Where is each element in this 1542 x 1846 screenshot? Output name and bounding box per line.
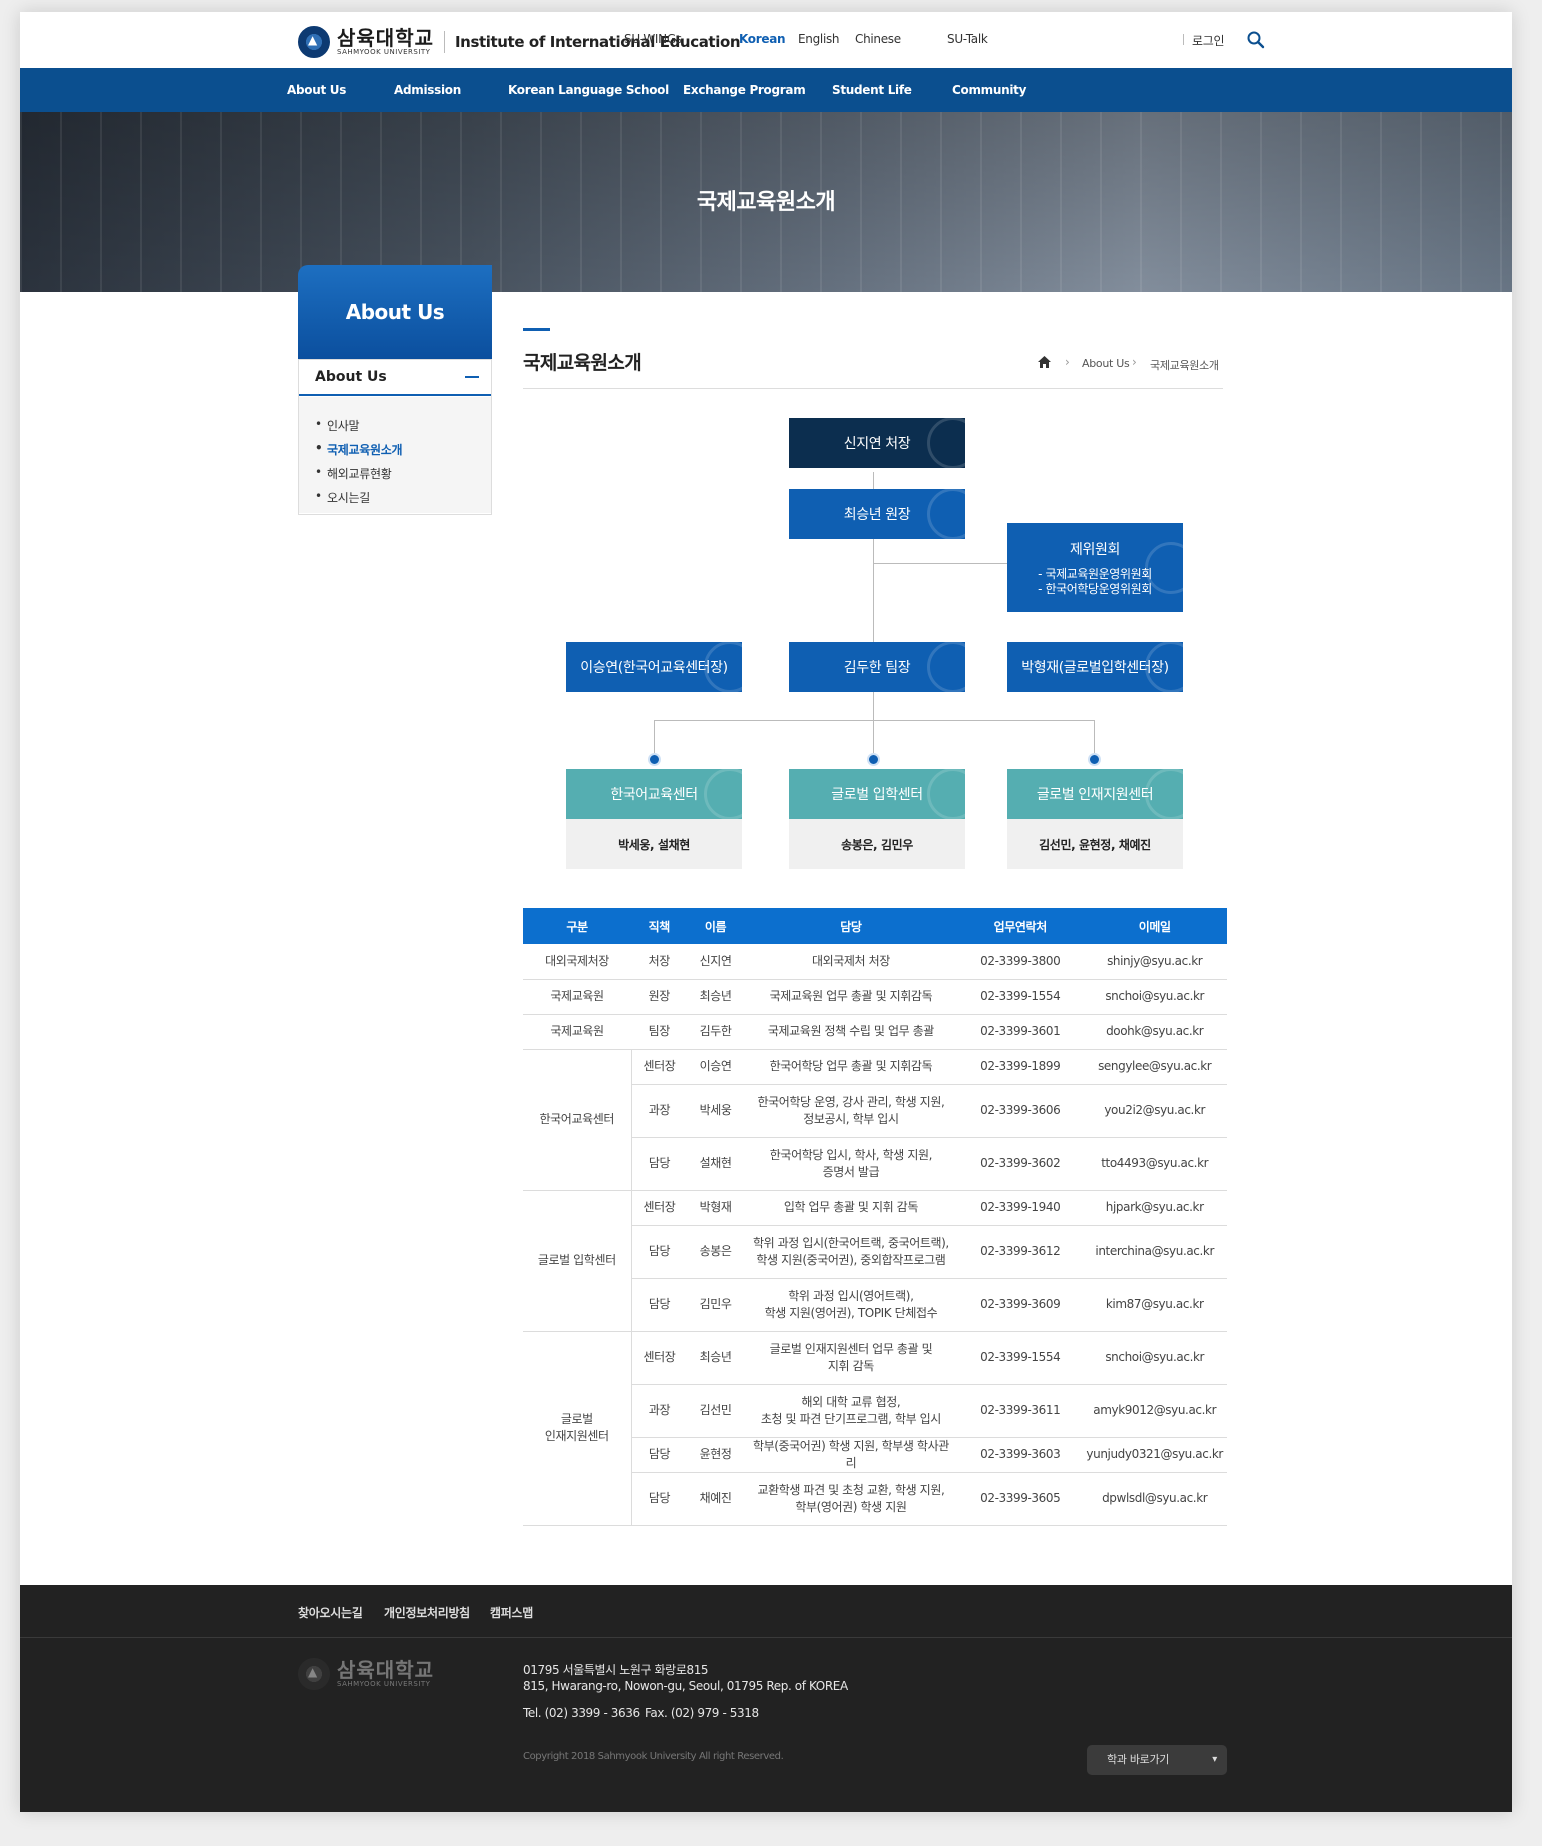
seal-watermark-icon: [704, 642, 742, 692]
org-box-team-lead: 김두한 팀장: [789, 642, 965, 692]
seal-watermark-icon: [704, 769, 742, 819]
column-header: 담당: [743, 908, 959, 944]
seal-watermark-icon: [1145, 769, 1183, 819]
page-frame: 삼육대학교 SAHMYOOK UNIVERSITY Institute of I…: [20, 12, 1512, 1812]
column-header: 직책: [631, 908, 688, 944]
footer-address-en: 815, Hwarang-ro, Nowon-gu, Seoul, 01795 …: [523, 1679, 848, 1693]
org-box-director: 신지연 처장: [789, 418, 965, 468]
footer-address-ko: 01795 서울특별시 노원구 화랑로815: [523, 1663, 709, 1677]
table-row: 대외국제처장 처장 신지연 대외국제처 처장 02-3399-3800 shin…: [523, 944, 1227, 980]
org-box-global-admission-head: 박형재(글로벌입학센터장): [1007, 642, 1183, 692]
footer-logo: 삼육대학교 SAHMYOOK UNIVERSITY: [298, 1658, 434, 1690]
connector-dot: [867, 753, 880, 766]
org-box-global-talent-center: 글로벌 인재지원센터: [1007, 769, 1183, 819]
table-row: 한국어교육센터 센터장 이승연 한국어학당 업무 총괄 및 지휘감독 02-33…: [523, 1049, 1227, 1191]
department-shortcut-select[interactable]: 학과 바로가기 ▾: [1087, 1745, 1227, 1775]
org-box-dean: 최승년 원장: [789, 489, 965, 539]
site-footer: 찾아오시는길 개인정보처리방침 캠퍼스맵 삼육대학교 SAHMYOOK UNIV…: [20, 1585, 1512, 1812]
org-box-korean-center-head: 이승연(한국어교육센터장): [566, 642, 742, 692]
org-members-global-talent-center: 김선민, 윤현정, 채예진: [1007, 819, 1183, 869]
org-box-global-admission-center: 글로벌 입학센터: [789, 769, 965, 819]
org-members-global-admission-center: 송봉은, 김민우: [789, 819, 965, 869]
university-seal-icon: [298, 1658, 330, 1690]
connector-dot: [648, 753, 661, 766]
chevron-down-icon: ▾: [1212, 1754, 1217, 1765]
table-header-row: 구분 직책 이름 담당 업무연락처 이메일: [523, 908, 1227, 944]
footer-fax: Fax. (02) 979 - 5318: [645, 1706, 759, 1720]
table-row: 글로벌 인재지원센터 센터장 최승년 글로벌 인재지원센터 업무 총괄 및 지휘 감…: [523, 1331, 1227, 1526]
seal-watermark-icon: [927, 642, 965, 692]
seal-watermark-icon: [927, 489, 965, 539]
footer-copyright: Copyright 2018 Sahmyook University All r…: [523, 1751, 784, 1762]
column-header: 이메일: [1082, 908, 1227, 944]
footer-link-campus-map[interactable]: 캠퍼스맵: [490, 1604, 533, 1621]
column-header: 구분: [523, 908, 632, 944]
column-header: 업무연락처: [958, 908, 1083, 944]
seal-watermark-icon: [927, 418, 965, 468]
connector-dot: [1088, 753, 1101, 766]
footer-link-directions[interactable]: 찾아오시는길: [298, 1604, 363, 1621]
org-box-committee: 제위원회 - 국제교육원운영위원회 - 한국어학당운영위원회: [1007, 523, 1183, 612]
table-row: 국제교육원 원장 최승년 국제교육원 업무 총괄 및 지휘감독 02-3399-…: [523, 979, 1227, 1015]
column-header: 이름: [687, 908, 744, 944]
footer-tel: Tel. (02) 3399 - 3636: [523, 1706, 640, 1720]
seal-watermark-icon: [927, 769, 965, 819]
staff-table: 구분 직책 이름 담당 업무연락처 이메일 대외국제처장 처장 신지연 대외국제…: [523, 908, 1227, 1526]
table-row: 국제교육원 팀장 김두한 국제교육원 정책 수립 및 업무 총괄 02-3399…: [523, 1014, 1227, 1050]
org-chart: 신지연 처장 최승년 원장 제위원회 - 국제교육원운영위원회 - 한국어학당운…: [20, 12, 1512, 892]
org-members-korean-center: 박세웅, 설채현: [566, 819, 742, 869]
org-box-korean-center: 한국어교육센터: [566, 769, 742, 819]
footer-links: 찾아오시는길 개인정보처리방침 캠퍼스맵: [20, 1585, 1512, 1638]
footer-link-privacy[interactable]: 개인정보처리방침: [384, 1604, 470, 1621]
seal-watermark-icon: [1145, 642, 1183, 692]
table-row: 글로벌 입학센터 센터장 박형재 입학 업무 총괄 및 지휘 감독 02-339…: [523, 1190, 1227, 1332]
